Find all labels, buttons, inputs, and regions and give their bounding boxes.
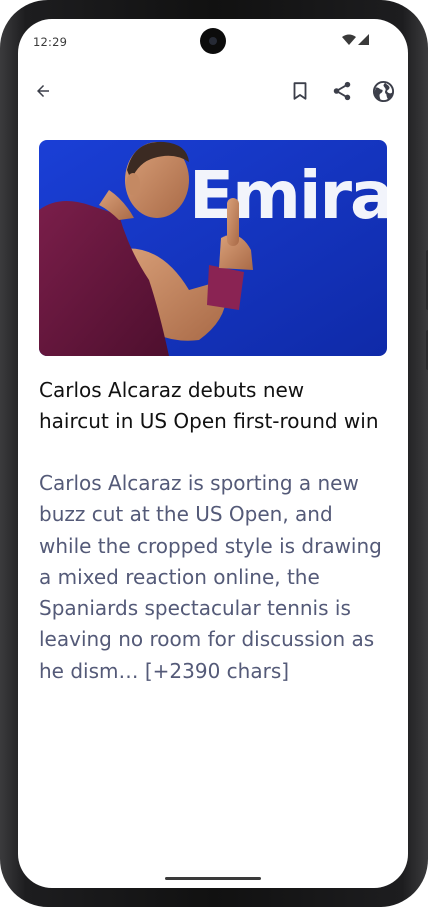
phone-frame: 12:29 Emira Carlos Alcaraz debuts new ha… bbox=[0, 0, 428, 907]
home-indicator[interactable] bbox=[165, 877, 261, 880]
share-button[interactable] bbox=[328, 77, 356, 105]
open-in-browser-button[interactable] bbox=[369, 77, 397, 105]
share-icon bbox=[333, 81, 351, 101]
article-headline: Carlos Alcaraz debuts new haircut in US … bbox=[39, 378, 379, 433]
cell-signal-icon bbox=[358, 34, 369, 45]
back-button[interactable] bbox=[29, 77, 57, 105]
article-body: Carlos Alcaraz is sporting a new buzz cu… bbox=[39, 471, 382, 683]
bookmark-icon bbox=[293, 82, 307, 100]
screen: 12:29 Emira Carlos Alcaraz debuts new ha… bbox=[18, 19, 408, 888]
article-image[interactable]: Emirate bbox=[39, 140, 387, 356]
wifi-icon bbox=[342, 34, 356, 45]
status-bar: 12:29 bbox=[18, 19, 408, 65]
front-camera bbox=[200, 28, 226, 54]
status-icons bbox=[342, 34, 370, 45]
bookmark-button[interactable] bbox=[286, 77, 314, 105]
banner-text: Emirate bbox=[189, 157, 387, 234]
article-photo: Emirate bbox=[39, 140, 387, 356]
app-bar bbox=[18, 72, 408, 110]
arrow-left-icon bbox=[37, 85, 49, 97]
globe-icon bbox=[372, 80, 394, 102]
status-time: 12:29 bbox=[33, 35, 68, 49]
